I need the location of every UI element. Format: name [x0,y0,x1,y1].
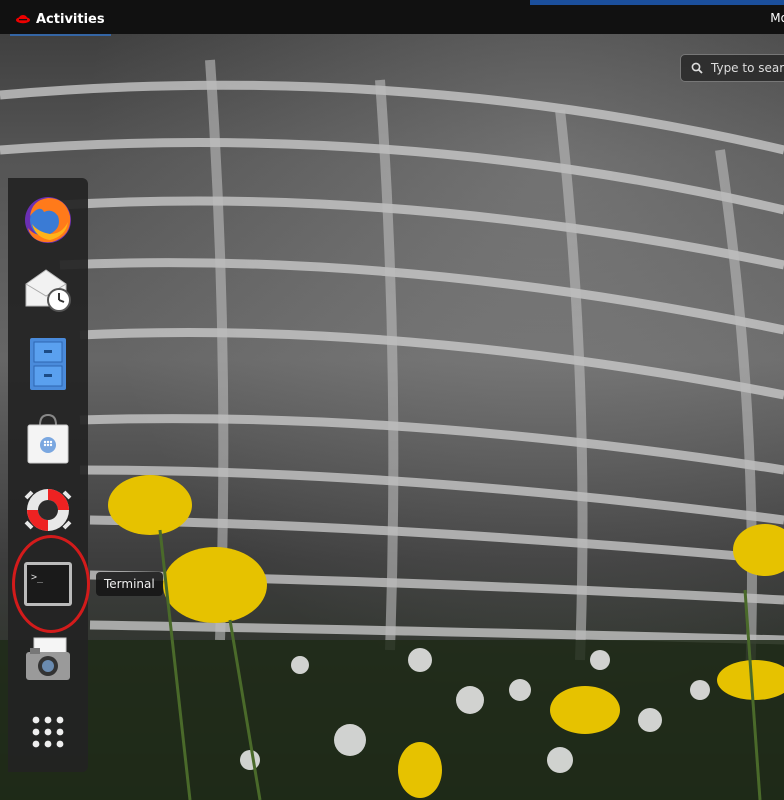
top-panel: Activities Mo [0,0,784,36]
lifebuoy-icon [24,489,72,531]
firefox-icon [25,197,71,243]
search-icon [691,62,703,74]
wallpaper-building-graphic [0,59,784,800]
camera-icon [26,637,70,680]
dash-app-cheese[interactable] [12,628,84,692]
dash-show-applications[interactable] [12,700,84,764]
dash-app-files[interactable] [12,332,84,396]
topbar-accent-strip [530,0,784,5]
dash-app-evolution[interactable] [12,256,84,320]
terminal-tooltip: Terminal [96,572,163,596]
terminal-highlight-annotation [12,535,90,633]
dash-app-firefox[interactable] [12,188,84,252]
file-cabinet-icon [30,338,66,390]
desktop-wallpaper [0,0,784,800]
dash-app-help[interactable] [12,478,84,542]
activities-button[interactable]: Activities [10,6,111,36]
mail-clock-icon [25,269,71,312]
search-placeholder: Type to searc [711,61,784,75]
search-input[interactable]: Type to searc [680,54,784,82]
dash-app-software[interactable] [12,406,84,470]
top-right-menu[interactable]: Mo [770,11,784,25]
shopping-bag-icon [27,413,69,464]
app-grid-icon [32,716,64,748]
redhat-logo-icon [16,15,30,24]
activities-label: Activities [36,11,105,27]
